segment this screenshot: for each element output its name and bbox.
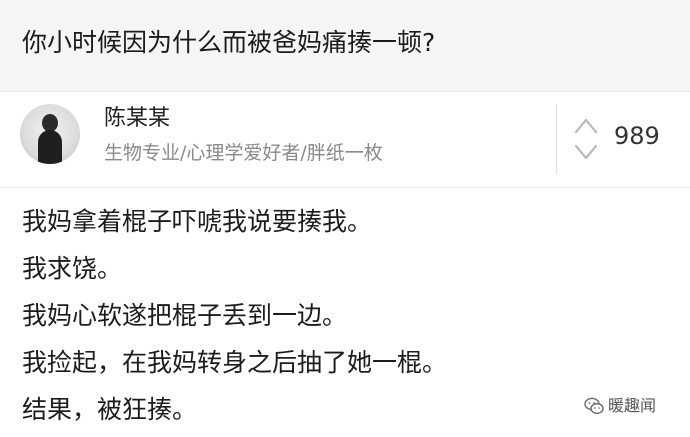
answer-line: 结果，被狂揍。	[22, 395, 198, 424]
wechat-icon	[584, 397, 604, 415]
avatar-figure-body	[38, 130, 62, 164]
answer-line: 我妈心软遂把棍子丢到一边。	[22, 301, 348, 330]
author-name[interactable]: 陈某某	[104, 104, 170, 134]
answer-line: 我捡起，在我妈转身之后抽了她一棍。	[22, 348, 448, 377]
answer-line: 我妈拿着棍子吓唬我说要揍我。	[22, 207, 373, 236]
watermark: 暖趣闻	[584, 393, 656, 419]
question-header: 你小时候因为什么而被爸妈痛揍一顿?	[0, 0, 690, 92]
author-avatar[interactable]	[20, 104, 80, 164]
vote-button[interactable]	[572, 114, 600, 164]
answer-author-header: 陈某某 生物专业/心理学爱好者/胖纸一枚 989	[0, 92, 690, 188]
vote-divider	[556, 104, 557, 174]
question-title[interactable]: 你小时候因为什么而被爸妈痛揍一顿?	[22, 26, 435, 60]
answer-body: 我妈拿着棍子吓唬我说要揍我。 我求饶。 我妈心软遂把棍子丢到一边。 我捡起，在我…	[22, 198, 672, 433]
watermark-text: 暖趣闻	[608, 396, 657, 415]
vote-arrows-icon	[574, 118, 598, 160]
answer-line: 我求饶。	[22, 254, 123, 283]
author-bio: 生物专业/心理学爱好者/胖纸一枚	[104, 142, 383, 164]
vote-count: 989	[614, 122, 660, 150]
